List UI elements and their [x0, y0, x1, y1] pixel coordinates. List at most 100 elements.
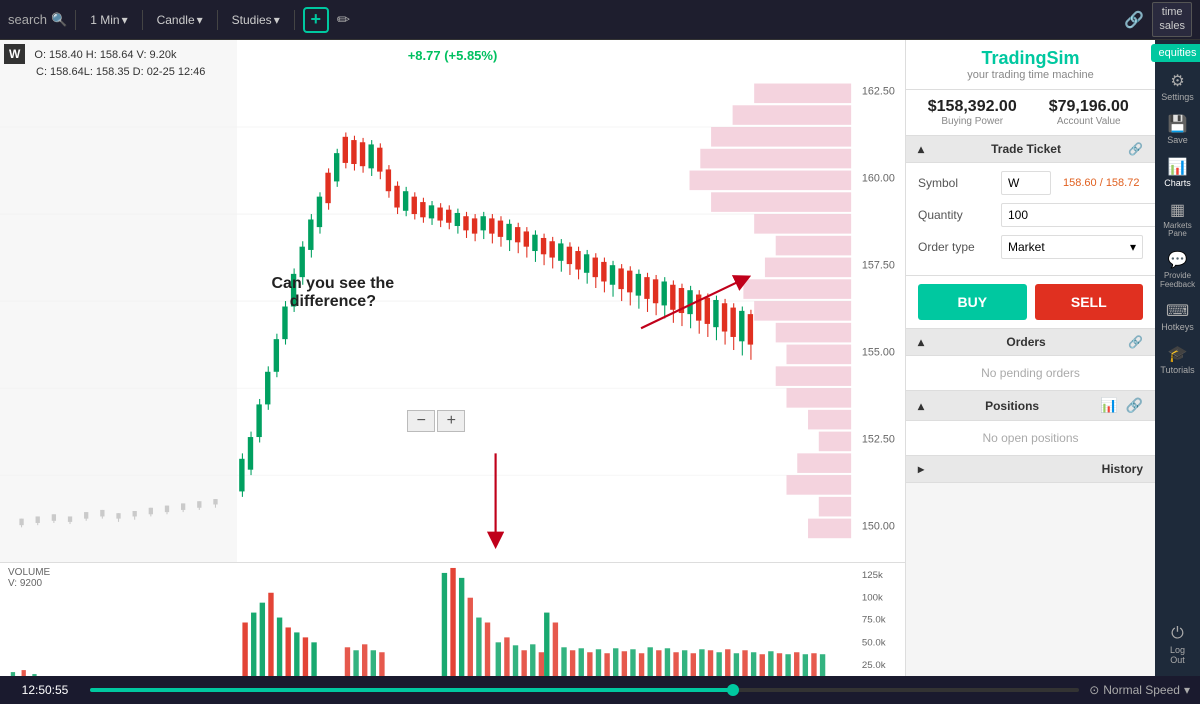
ticker-symbol: W — [4, 44, 25, 64]
zoom-controls: − + — [407, 410, 465, 432]
ohlc-info: W O: 158.40 H: 158.64 V: 9.20k C: 158.64… — [4, 44, 205, 81]
sell-button[interactable]: SELL — [1035, 284, 1144, 320]
sidebar-item-hotkeys[interactable]: ⌨ Hotkeys — [1158, 298, 1198, 339]
chart-type-selector[interactable]: Candle ▾ — [151, 11, 209, 29]
trade-ticket-link-icon: 🔗 — [1128, 142, 1143, 156]
history-header[interactable]: ▸ History — [906, 456, 1155, 483]
quantity-input[interactable] — [1001, 203, 1155, 227]
symbol-label: Symbol — [918, 176, 993, 190]
symbol-row: Symbol 158.60 / 158.72 — [918, 171, 1143, 195]
chevron-down-icon: ▾ — [274, 13, 280, 27]
buying-power-block: $158,392.00 Buying Power — [918, 98, 1027, 127]
no-orders-text: No pending orders — [981, 366, 1080, 380]
order-type-dropdown[interactable]: Market ▾ — [1001, 235, 1143, 259]
toolbar-right: 🔗 timesales — [1124, 2, 1192, 36]
quantity-row: Quantity — [918, 203, 1143, 227]
divider-4 — [294, 10, 295, 30]
divider-2 — [142, 10, 143, 30]
buying-power-value: $158,392.00 — [918, 98, 1027, 116]
right-panel: TradingSim your trading time machine $15… — [905, 40, 1155, 676]
chart-svg: 162.50 160.00 157.50 155.00 152.50 150.0… — [0, 40, 905, 562]
sim-subtitle: your trading time machine — [918, 69, 1143, 81]
no-positions-text: No open positions — [982, 431, 1078, 445]
volume-chart: VOLUME V: 9200 — [0, 562, 905, 676]
main-chart[interactable]: 162.50 160.00 157.50 155.00 152.50 150.0… — [0, 40, 905, 562]
search-button[interactable]: search 🔍 — [8, 12, 67, 28]
symbol-input[interactable] — [1001, 171, 1051, 195]
playback-speed: ⊙ Normal Speed ▾ — [1089, 683, 1190, 697]
logout-icon: ⏻ — [1171, 625, 1184, 643]
order-type-row: Order type Market ▾ — [918, 235, 1143, 259]
far-right-sidebar: equities ⚙ Settings 💾 Save 📊 Charts ▦ Ma… — [1155, 40, 1200, 676]
search-label: search — [8, 12, 47, 27]
timeframe-selector[interactable]: 1 Min ▾ — [84, 11, 133, 29]
orders-body: No pending orders — [906, 356, 1155, 391]
settings-icon: ⚙ — [1170, 74, 1184, 90]
history-label: History — [1102, 462, 1143, 476]
sidebar-item-logout[interactable]: ⏻ Log Out — [1158, 619, 1198, 672]
orders-label: Orders — [1006, 335, 1045, 349]
trade-ticket-arrow: ▴ — [918, 142, 924, 156]
sim-header: TradingSim your trading time machine — [906, 40, 1155, 90]
symbol-price: 158.60 / 158.72 — [1063, 177, 1139, 189]
save-icon: 💾 — [1168, 117, 1188, 133]
feedback-icon: 💬 — [1168, 253, 1188, 269]
trade-ticket-label: Trade Ticket — [991, 142, 1061, 156]
playback-slider-thumb[interactable] — [727, 684, 739, 696]
account-info: $158,392.00 Buying Power $79,196.00 Acco… — [906, 90, 1155, 136]
zoom-in-button[interactable]: + — [437, 410, 465, 432]
buy-button[interactable]: BUY — [918, 284, 1027, 320]
account-value-label: Account Value — [1035, 116, 1144, 127]
orders-link-icon: 🔗 — [1128, 335, 1143, 349]
svg-text:162.50: 162.50 — [862, 85, 895, 97]
buying-power-label: Buying Power — [918, 116, 1027, 127]
chevron-down-icon: ▾ — [1130, 240, 1136, 254]
positions-body: No open positions — [906, 421, 1155, 456]
divider-3 — [217, 10, 218, 30]
svg-text:125k: 125k — [862, 570, 883, 580]
tutorials-icon: 🎓 — [1168, 347, 1188, 363]
positions-header[interactable]: ▴ Positions 📊 🔗 — [906, 391, 1155, 421]
svg-text:160.00: 160.00 — [862, 172, 895, 184]
trade-ticket-body: Symbol 158.60 / 158.72 Quantity Order ty… — [906, 163, 1155, 276]
svg-text:25.0k: 25.0k — [862, 661, 886, 671]
positions-link-icon: 🔗 — [1126, 397, 1143, 414]
link-icon: 🔗 — [1124, 10, 1144, 30]
svg-text:157.50: 157.50 — [862, 259, 895, 271]
playback-slider-track[interactable] — [90, 688, 1079, 692]
equities-button[interactable]: equities — [1151, 44, 1200, 62]
charts-icon: 📊 — [1168, 160, 1188, 176]
account-value-value: $79,196.00 — [1035, 98, 1144, 116]
sidebar-item-settings[interactable]: ⚙ Settings — [1158, 68, 1198, 109]
draw-tool-icon[interactable]: ✏ — [337, 10, 350, 30]
order-type-label: Order type — [918, 240, 993, 254]
trade-actions: BUY SELL — [906, 276, 1155, 329]
time-sales-button[interactable]: timesales — [1152, 2, 1192, 36]
sidebar-item-feedback[interactable]: 💬 ProvideFeedback — [1158, 247, 1198, 296]
positions-icons: 📊 🔗 — [1100, 397, 1143, 414]
sidebar-item-tutorials[interactable]: 🎓 Tutorials — [1158, 341, 1198, 382]
speed-label: Normal Speed — [1103, 683, 1180, 697]
add-indicator-button[interactable]: + — [303, 7, 329, 33]
svg-text:152.50: 152.50 — [862, 433, 895, 445]
search-icon: 🔍 — [51, 12, 67, 28]
sidebar-item-charts[interactable]: 📊 Charts — [1158, 154, 1198, 195]
main-area: W O: 158.40 H: 158.64 V: 9.20k C: 158.64… — [0, 40, 1200, 676]
zoom-out-button[interactable]: − — [407, 410, 435, 432]
volume-label: VOLUME V: 9200 — [8, 567, 50, 589]
ohlc-line1: O: 158.40 H: 158.64 V: 9.20k — [34, 49, 176, 61]
sidebar-item-markets[interactable]: ▦ MarketsPane — [1158, 197, 1198, 246]
sidebar-item-save[interactable]: 💾 Save — [1158, 111, 1198, 152]
chart-icon: 📊 — [1100, 397, 1117, 414]
hotkeys-icon: ⌨ — [1166, 304, 1189, 320]
studies-button[interactable]: Studies ▾ — [226, 11, 286, 29]
profit-label: +8.77 (+5.85%) — [408, 48, 498, 63]
chart-container: W O: 158.40 H: 158.64 V: 9.20k C: 158.64… — [0, 40, 905, 676]
trade-ticket-header[interactable]: ▴ Trade Ticket 🔗 — [906, 136, 1155, 163]
sim-title: TradingSim — [918, 48, 1143, 69]
svg-text:100k: 100k — [862, 593, 883, 603]
orders-header[interactable]: ▴ Orders 🔗 — [906, 329, 1155, 356]
toolbar: search 🔍 1 Min ▾ Candle ▾ Studies ▾ + ✏ … — [0, 0, 1200, 40]
volume-svg: 125k 100k 75.0k 50.0k 25.0k — [0, 563, 905, 676]
positions-arrow: ▴ — [918, 399, 924, 413]
